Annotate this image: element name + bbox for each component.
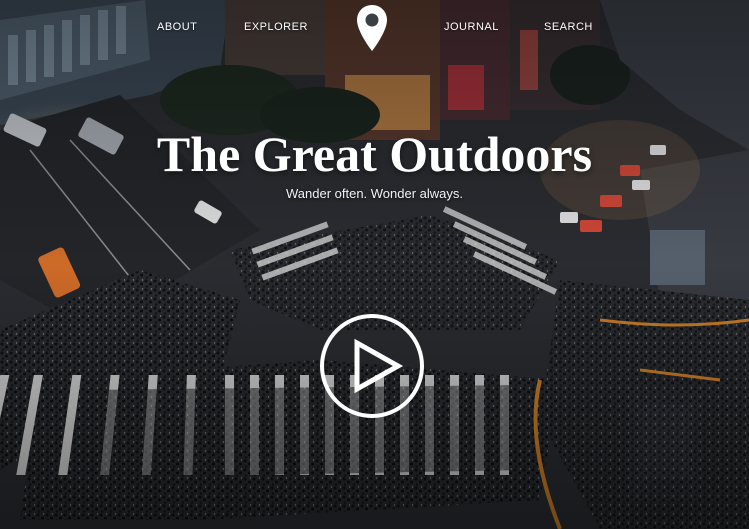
hero-title: The Great Outdoors [156, 126, 593, 182]
map-pin-icon[interactable] [355, 4, 389, 52]
hero-section: ABOUT EXPLORER JOURNAL SEARCH The Great … [0, 0, 749, 529]
hero-background-image [0, 0, 749, 529]
play-icon[interactable] [319, 313, 425, 419]
nav-link-journal[interactable]: JOURNAL [444, 21, 499, 33]
top-navigation: ABOUT EXPLORER JOURNAL SEARCH [0, 0, 749, 60]
hero-subtitle: Wander often. Wonder always. [285, 186, 464, 201]
nav-link-search[interactable]: SEARCH [544, 21, 593, 33]
nav-link-about[interactable]: ABOUT [157, 21, 197, 33]
nav-link-explorer[interactable]: EXPLORER [244, 21, 308, 33]
